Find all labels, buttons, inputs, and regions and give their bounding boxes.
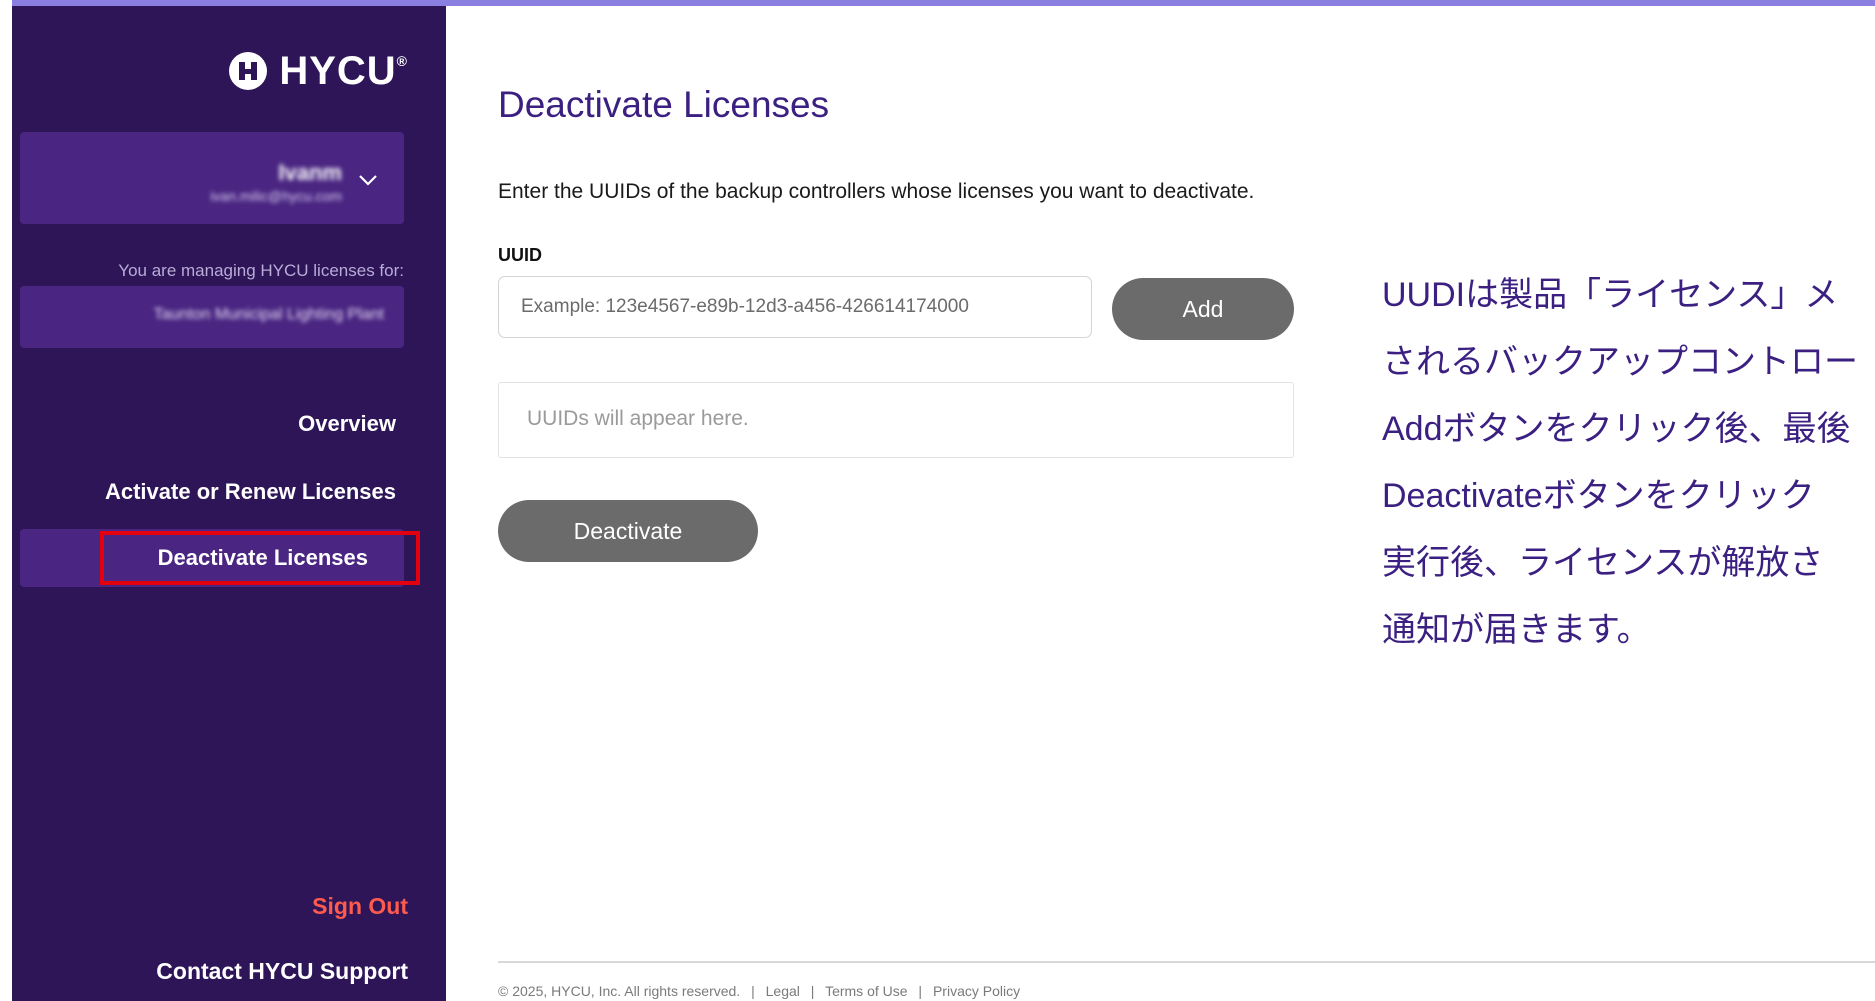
note-line: UUDIは製品「ライセンス」メ (1382, 276, 1839, 314)
user-email: ivan.milic@hycu.com (210, 188, 342, 204)
footer-separator: | (918, 983, 923, 999)
deactivate-button[interactable]: Deactivate (498, 500, 758, 562)
footer-terms-link[interactable]: Terms of Use (825, 983, 907, 999)
user-name: Ivanm (278, 160, 342, 185)
hycu-logo[interactable]: HYCU® (227, 48, 408, 94)
nav-deactivate-label: Deactivate Licenses (157, 545, 368, 570)
note-line: Deactivateボタンをクリック (1382, 477, 1815, 515)
footer-divider (498, 961, 1875, 963)
page-title: Deactivate Licenses (498, 84, 830, 125)
footer-separator: | (810, 983, 815, 999)
left-edge (0, 0, 12, 1001)
add-button[interactable]: Add (1112, 278, 1294, 340)
uuid-list: UUIDs will appear here. (498, 382, 1294, 458)
footer-copyright: © 2025, HYCU, Inc. All rights reserved. (498, 983, 741, 999)
note-line: されるバックアップコントロー (1382, 343, 1858, 381)
sidebar: HYCU® Ivanm ivan.milic@hycu.com You are … (12, 6, 446, 1001)
chevron-down-icon[interactable] (356, 172, 380, 188)
footer: © 2025, HYCU, Inc. All rights reserved. … (498, 983, 1020, 999)
organization-name: Taunton Municipal Lighting Plant (153, 306, 384, 323)
intro-text: Enter the UUIDs of the backup controller… (498, 180, 1255, 203)
footer-separator: | (751, 983, 755, 999)
footer-privacy-link[interactable]: Privacy Policy (933, 983, 1020, 999)
uuid-input[interactable] (498, 276, 1092, 338)
hycu-logo-icon (229, 52, 268, 90)
note-line: Addボタンをクリック後、最後 (1382, 410, 1851, 448)
managing-label: You are managing HYCU licenses for: (118, 261, 404, 280)
logo-text: HYCU® (279, 48, 408, 93)
nav-activate-renew[interactable]: Activate or Renew Licenses (105, 479, 396, 505)
instruction-note: UUDIは製品「ライセンス」メ されるバックアップコントロー Addボタンをクリ… (1382, 262, 1875, 664)
footer-legal-link[interactable]: Legal (766, 983, 800, 999)
nav-overview[interactable]: Overview (298, 411, 396, 437)
uuid-label: UUID (498, 245, 542, 265)
organization-selector[interactable]: Taunton Municipal Lighting Plant (20, 286, 404, 348)
user-menu[interactable]: Ivanm ivan.milic@hycu.com (20, 132, 404, 224)
nav-deactivate-licenses[interactable]: Deactivate Licenses (20, 529, 420, 587)
uuid-list-placeholder: UUIDs will appear here. (527, 407, 749, 430)
note-line: 通知が届きます。 (1382, 611, 1651, 649)
note-line: 実行後、ライセンスが解放さ (1382, 544, 1824, 582)
contact-support-link[interactable]: Contact HYCU Support (156, 958, 408, 985)
sign-out-link[interactable]: Sign Out (312, 893, 408, 920)
